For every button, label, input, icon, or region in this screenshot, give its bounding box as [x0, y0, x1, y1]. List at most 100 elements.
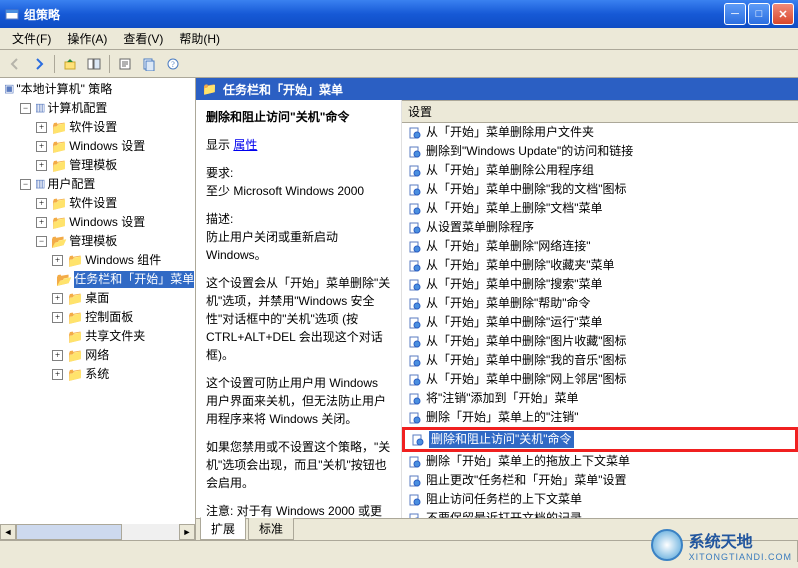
collapse-icon[interactable]: −	[20, 103, 31, 114]
display-row: 显示 属性	[206, 136, 391, 154]
list-item[interactable]: 删除到"Windows Update"的访问和链接	[402, 142, 798, 161]
tree-pane[interactable]: ▣"本地计算机" 策略 −▥计算机配置 +📁软件设置 +📁Windows 设置 …	[0, 78, 196, 540]
titlebar: 组策略 ─ □ ✕	[0, 0, 798, 28]
expand-icon[interactable]: +	[36, 141, 47, 152]
properties-button[interactable]	[114, 53, 136, 75]
show-hide-tree-button[interactable]	[83, 53, 105, 75]
list-item[interactable]: 从「开始」菜单中删除"收藏夹"菜单	[402, 256, 798, 275]
list-item-label: 从「开始」菜单中删除"收藏夹"菜单	[426, 257, 615, 274]
policy-item-icon	[408, 335, 422, 349]
tree-uc-admin[interactable]: −📂管理模板	[34, 232, 195, 251]
folder-icon: 📁	[51, 157, 67, 174]
list-item[interactable]: 从「开始」菜单上删除"文档"菜单	[402, 199, 798, 218]
tree-uc-windows[interactable]: +📁Windows 设置	[34, 213, 195, 232]
collapse-icon[interactable]: −	[20, 179, 31, 190]
up-button[interactable]	[59, 53, 81, 75]
tree-taskbar-start[interactable]: 📂任务栏和「开始」菜单	[50, 270, 195, 289]
tree-cc-admin[interactable]: +📁管理模板	[34, 156, 195, 175]
tree-cc-windows[interactable]: +📁Windows 设置	[34, 137, 195, 156]
tree-desktop[interactable]: +📁桌面	[50, 289, 195, 308]
list-item[interactable]: 从「开始」菜单中删除"网上邻居"图标	[402, 370, 798, 389]
expand-icon[interactable]: +	[52, 255, 63, 266]
back-button[interactable]	[4, 53, 26, 75]
watermark-url: XITONGTIANDI.COM	[689, 552, 792, 562]
list-item[interactable]: 从「开始」菜单删除"帮助"命令	[402, 294, 798, 313]
description-text: 描述: 防止用户关闭或重新启动 Windows。	[206, 210, 391, 264]
tree-control-panel[interactable]: +📁控制面板	[50, 308, 195, 327]
folder-open-icon: 📂	[51, 233, 67, 250]
tab-standard[interactable]: 标准	[248, 518, 294, 540]
list-item[interactable]: 从「开始」菜单中删除"我的文档"图标	[402, 180, 798, 199]
list-item[interactable]: 阻止更改"任务栏和「开始」菜单"设置	[402, 471, 798, 490]
settings-list: 从「开始」菜单删除用户文件夹删除到"Windows Update"的访问和链接从…	[402, 123, 798, 518]
folder-icon: 📁	[67, 366, 83, 383]
expand-icon[interactable]: +	[52, 350, 63, 361]
list-item-label: 删除到"Windows Update"的访问和链接	[426, 143, 633, 160]
list-item[interactable]: 删除和阻止访问"关机"命令	[405, 430, 795, 449]
expand-icon[interactable]: +	[52, 312, 63, 323]
close-button[interactable]: ✕	[772, 3, 794, 25]
expand-icon[interactable]: +	[36, 160, 47, 171]
collapse-icon[interactable]: −	[36, 236, 47, 247]
description-pane: 删除和阻止访问"关机"命令 显示 属性 要求: 至少 Microsoft Win…	[196, 100, 402, 518]
description-p5: 注意: 对于有 Windows 2000 或更新版本的证明的第三方应用程序，要求…	[206, 502, 391, 518]
tree-windows-components[interactable]: +📁Windows 组件	[50, 251, 195, 270]
expand-icon[interactable]: +	[52, 293, 63, 304]
maximize-button[interactable]: □	[748, 3, 770, 25]
expand-icon[interactable]: +	[36, 122, 47, 133]
expand-icon[interactable]: +	[52, 369, 63, 380]
expand-icon[interactable]: +	[36, 198, 47, 209]
menu-file[interactable]: 文件(F)	[4, 28, 59, 49]
folder-icon: 📁	[51, 138, 67, 155]
properties-link[interactable]: 属性	[233, 138, 257, 152]
list-item[interactable]: 从「开始」菜单删除用户文件夹	[402, 123, 798, 142]
tree-root[interactable]: ▣"本地计算机" 策略	[2, 80, 195, 99]
list-item[interactable]: 从「开始」菜单删除"网络连接"	[402, 237, 798, 256]
list-item-label: 从「开始」菜单中删除"我的文档"图标	[426, 181, 627, 198]
forward-button[interactable]	[28, 53, 50, 75]
expand-icon[interactable]: +	[36, 217, 47, 228]
list-item[interactable]: 阻止访问任务栏的上下文菜单	[402, 490, 798, 509]
tree-uc-software[interactable]: +📁软件设置	[34, 194, 195, 213]
menu-view[interactable]: 查看(V)	[115, 28, 171, 49]
policy-item-icon	[408, 183, 422, 197]
list-column-header[interactable]: 设置	[402, 100, 798, 123]
policy-item-icon	[408, 373, 422, 387]
menu-action[interactable]: 操作(A)	[59, 28, 115, 49]
list-item[interactable]: 不要保留最近打开文档的记录	[402, 509, 798, 518]
list-item-label: 将"注销"添加到「开始」菜单	[426, 390, 579, 407]
list-item[interactable]: 从「开始」菜单中删除"运行"菜单	[402, 313, 798, 332]
scroll-thumb[interactable]	[16, 524, 122, 540]
watermark-text: 系统天地	[689, 528, 792, 552]
policy-item-icon	[408, 316, 422, 330]
list-item[interactable]: 从「开始」菜单中删除"图片收藏"图标	[402, 332, 798, 351]
list-item[interactable]: 从「开始」菜单中删除"我的音乐"图标	[402, 351, 798, 370]
tab-extended[interactable]: 扩展	[200, 517, 246, 540]
help-button[interactable]: ?	[162, 53, 184, 75]
tree-shared-folders[interactable]: 📁共享文件夹	[50, 327, 195, 346]
list-item[interactable]: 从「开始」菜单删除公用程序组	[402, 161, 798, 180]
tree: ▣"本地计算机" 策略 −▥计算机配置 +📁软件设置 +📁Windows 设置 …	[0, 80, 195, 384]
folder-icon: 📁	[51, 119, 67, 136]
list-item-label: 从「开始」菜单中删除"运行"菜单	[426, 314, 603, 331]
menu-help[interactable]: 帮助(H)	[171, 28, 228, 49]
list-item[interactable]: 删除「开始」菜单上的"注销"	[402, 408, 798, 427]
policy-item-icon	[408, 202, 422, 216]
list-item[interactable]: 将"注销"添加到「开始」菜单	[402, 389, 798, 408]
tree-horizontal-scrollbar[interactable]: ◄ ►	[0, 524, 195, 540]
list-item[interactable]: 从「开始」菜单中删除"搜索"菜单	[402, 275, 798, 294]
export-list-button[interactable]	[138, 53, 160, 75]
list-item[interactable]: 删除「开始」菜单上的拖放上下文菜单	[402, 452, 798, 471]
list-item[interactable]: 从设置菜单删除程序	[402, 218, 798, 237]
tree-network[interactable]: +📁网络	[50, 346, 195, 365]
tree-system[interactable]: +📁系统	[50, 365, 195, 384]
scroll-left-button[interactable]: ◄	[0, 524, 16, 540]
scroll-track[interactable]	[16, 524, 179, 540]
right-pane: 📁 任务栏和「开始」菜单 删除和阻止访问"关机"命令 显示 属性 要求: 至少 …	[196, 78, 798, 540]
minimize-button[interactable]: ─	[724, 3, 746, 25]
tree-cc-software[interactable]: +📁软件设置	[34, 118, 195, 137]
tree-computer-config[interactable]: −▥计算机配置	[18, 99, 195, 118]
tree-user-config[interactable]: −▥用户配置	[18, 175, 195, 194]
settings-list-pane[interactable]: 设置 从「开始」菜单删除用户文件夹删除到"Windows Update"的访问和…	[402, 100, 798, 518]
scroll-right-button[interactable]: ►	[179, 524, 195, 540]
